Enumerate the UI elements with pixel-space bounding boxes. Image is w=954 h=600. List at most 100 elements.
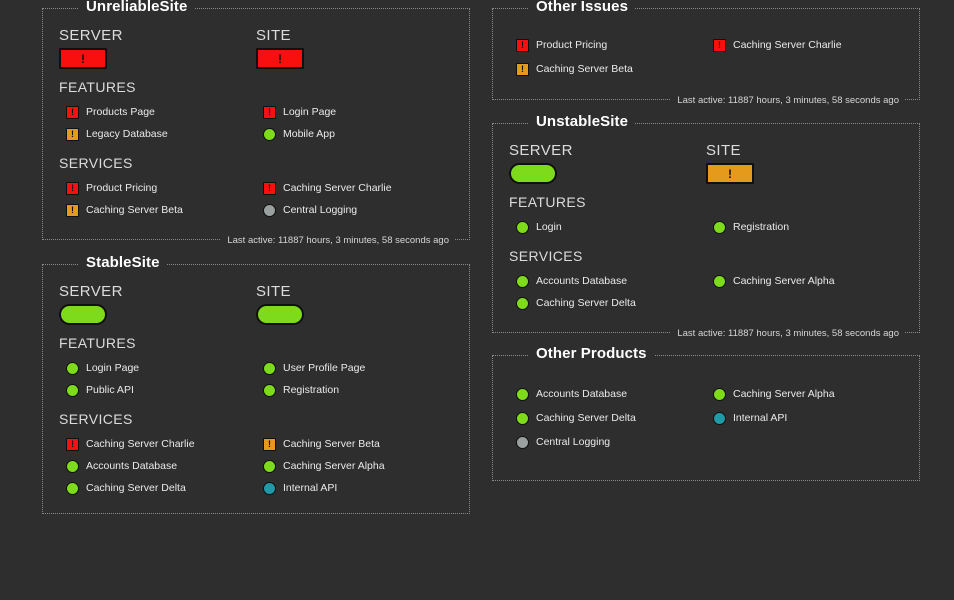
site-label: SITE bbox=[706, 142, 741, 159]
list-item-label: Caching Server Beta bbox=[86, 204, 183, 216]
list-item-label: Caching Server Charlie bbox=[283, 182, 392, 194]
status-ok-icon bbox=[713, 274, 726, 288]
site-status-indicator[interactable] bbox=[256, 304, 304, 325]
list-item[interactable]: Registration bbox=[256, 379, 453, 401]
services-heading: SERVICES bbox=[509, 248, 583, 264]
panel-body-stable-site: SERVER SITE FEATURES Login Page User Pro… bbox=[43, 265, 469, 513]
services-list: ! Caching Server Charlie ! Caching Serve… bbox=[59, 433, 453, 499]
list-item[interactable]: Caching Server Alpha bbox=[706, 270, 903, 292]
list-item[interactable]: ! Products Page bbox=[59, 101, 256, 123]
server-status-indicator[interactable] bbox=[509, 163, 557, 184]
site-status-indicator[interactable]: ! bbox=[706, 163, 754, 184]
list-item-label: Caching Server Charlie bbox=[733, 39, 842, 51]
list-item[interactable]: Caching Server Alpha bbox=[706, 382, 903, 406]
list-item[interactable]: Central Logging bbox=[509, 430, 706, 454]
list-item[interactable]: Registration bbox=[706, 216, 903, 238]
panel-body-other-issues: ! Product Pricing ! Caching Server Charl… bbox=[493, 9, 919, 99]
list-item-label: Internal API bbox=[733, 412, 788, 424]
list-item-label: Legacy Database bbox=[86, 128, 168, 140]
list-item[interactable]: Caching Server Alpha bbox=[256, 455, 453, 477]
status-ok-icon bbox=[66, 361, 79, 375]
list-item[interactable]: Login bbox=[509, 216, 706, 238]
panel-body-unstable-site: SERVER SITE ! FEATURES Login Registratio… bbox=[493, 124, 919, 332]
panel-footer-last-active: Last active: 11887 hours, 3 minutes, 58 … bbox=[221, 235, 455, 246]
list-item-label: Login Page bbox=[283, 106, 337, 118]
site-label: SITE bbox=[256, 27, 291, 44]
status-offline-icon bbox=[516, 435, 529, 449]
list-item[interactable]: Caching Server Delta bbox=[509, 406, 706, 430]
site-status-block: SITE ! bbox=[256, 27, 453, 69]
status-bad-icon: ! bbox=[263, 105, 276, 119]
site-status-block: SITE bbox=[256, 283, 453, 325]
list-item[interactable]: Login Page bbox=[59, 357, 256, 379]
list-item[interactable]: Internal API bbox=[706, 406, 903, 430]
panel-other-products: Other Products Accounts Database Caching… bbox=[492, 345, 920, 481]
panel-title-unstable-site: UnstableSite bbox=[529, 113, 636, 130]
panel-title-stable-site: StableSite bbox=[79, 254, 167, 271]
status-warn-icon: ! bbox=[66, 127, 79, 141]
list-item-label: Products Page bbox=[86, 106, 155, 118]
right-column: Other Issues ! Product Pricing ! Caching… bbox=[492, 0, 920, 497]
list-item-label: Registration bbox=[283, 384, 340, 396]
list-item[interactable]: ! Caching Server Beta bbox=[509, 57, 706, 81]
list-item[interactable]: ! Caching Server Beta bbox=[256, 433, 453, 455]
list-item-label: Product Pricing bbox=[86, 182, 158, 194]
list-item[interactable]: ! Caching Server Charlie bbox=[706, 33, 903, 57]
list-item[interactable]: User Profile Page bbox=[256, 357, 453, 379]
status-info-icon bbox=[263, 481, 276, 495]
status-row: SERVER SITE ! bbox=[509, 142, 903, 184]
list-item[interactable]: Accounts Database bbox=[509, 270, 706, 292]
list-item[interactable]: Internal API bbox=[256, 477, 453, 499]
list-item[interactable]: Central Logging bbox=[256, 199, 453, 221]
features-list: ! Products Page ! Login Page ! Legacy Da… bbox=[59, 101, 453, 145]
panel-stable-site: StableSite SERVER SITE FEATURES Login Pa… bbox=[42, 254, 470, 514]
list-item[interactable]: ! Caching Server Charlie bbox=[59, 433, 256, 455]
site-label: SITE bbox=[256, 283, 291, 300]
list-item-label: Internal API bbox=[283, 482, 338, 494]
list-item[interactable]: ! Product Pricing bbox=[509, 33, 706, 57]
server-label: SERVER bbox=[59, 27, 123, 44]
list-item-label: Caching Server Alpha bbox=[283, 460, 385, 472]
list-item-label: Public API bbox=[86, 384, 134, 396]
list-item[interactable]: Accounts Database bbox=[59, 455, 256, 477]
list-item-label: Caching Server Charlie bbox=[86, 438, 195, 450]
panel-footer-last-active: Last active: 11887 hours, 3 minutes, 58 … bbox=[671, 328, 905, 339]
list-item[interactable]: Accounts Database bbox=[509, 382, 706, 406]
list-item[interactable]: ! Product Pricing bbox=[59, 177, 256, 199]
services-heading: SERVICES bbox=[59, 411, 133, 427]
list-item[interactable]: Public API bbox=[59, 379, 256, 401]
list-item-label: Caching Server Beta bbox=[283, 438, 380, 450]
panel-footer-last-active: Last active: 11887 hours, 3 minutes, 58 … bbox=[671, 95, 905, 106]
list-item[interactable]: ! Legacy Database bbox=[59, 123, 256, 145]
list-item[interactable]: Caching Server Delta bbox=[509, 292, 706, 314]
panel-body-other-products: Accounts Database Caching Server Alpha C… bbox=[493, 356, 919, 480]
list-item-label: Caching Server Beta bbox=[536, 63, 633, 75]
list-item[interactable]: Caching Server Delta bbox=[59, 477, 256, 499]
server-status-block: SERVER bbox=[59, 283, 256, 325]
features-heading: FEATURES bbox=[59, 79, 136, 95]
list-item-label: Registration bbox=[733, 221, 790, 233]
list-item[interactable]: ! Caching Server Beta bbox=[59, 199, 256, 221]
list-item-label: Login bbox=[536, 221, 562, 233]
list-item[interactable]: ! Login Page bbox=[256, 101, 453, 123]
status-ok-icon bbox=[713, 220, 726, 234]
panel-unreliable-site: UnreliableSite SERVER ! SITE ! FEATURES … bbox=[42, 0, 470, 246]
server-status-indicator[interactable] bbox=[59, 304, 107, 325]
status-warn-icon: ! bbox=[263, 437, 276, 451]
site-status-block: SITE ! bbox=[706, 142, 903, 184]
list-item-label: Caching Server Delta bbox=[86, 482, 186, 494]
left-column: UnreliableSite SERVER ! SITE ! FEATURES … bbox=[42, 0, 470, 530]
site-status-indicator[interactable]: ! bbox=[256, 48, 304, 69]
status-ok-icon bbox=[263, 459, 276, 473]
panel-title-unreliable-site: UnreliableSite bbox=[79, 0, 195, 15]
status-bad-icon: ! bbox=[263, 181, 276, 195]
server-status-indicator[interactable]: ! bbox=[59, 48, 107, 69]
list-item[interactable]: ! Caching Server Charlie bbox=[256, 177, 453, 199]
list-item[interactable]: Mobile App bbox=[256, 123, 453, 145]
list-item-label: Mobile App bbox=[283, 128, 335, 140]
list-item-label: Central Logging bbox=[536, 436, 611, 448]
status-ok-icon bbox=[263, 383, 276, 397]
status-warn-icon: ! bbox=[66, 203, 79, 217]
features-list: Login Page User Profile Page Public API … bbox=[59, 357, 453, 401]
features-heading: FEATURES bbox=[509, 194, 586, 210]
